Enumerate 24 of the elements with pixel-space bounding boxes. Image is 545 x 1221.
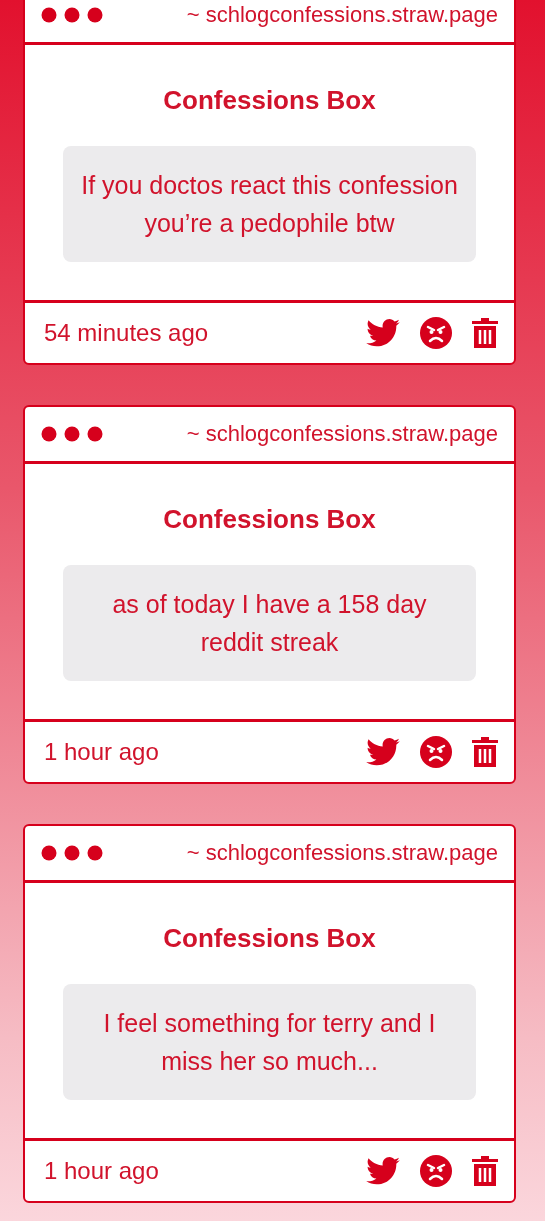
confession-text: as of today I have a 158 day reddit streak bbox=[63, 565, 476, 681]
timestamp: 1 hour ago bbox=[44, 738, 159, 766]
angry-face-icon[interactable] bbox=[420, 1155, 452, 1187]
bird-icon[interactable] bbox=[366, 319, 400, 347]
bird-icon[interactable] bbox=[366, 738, 400, 766]
confession-text: I feel something for terry and I miss her so much... bbox=[63, 984, 476, 1100]
card-title: Confessions Box bbox=[163, 504, 376, 535]
site-url: ~ schlogconfessions.straw.page bbox=[186, 2, 498, 28]
timestamp: 1 hour ago bbox=[44, 1157, 159, 1185]
card-title: Confessions Box bbox=[163, 85, 376, 116]
card-title: Confessions Box bbox=[163, 923, 376, 954]
angry-face-icon[interactable] bbox=[420, 317, 452, 349]
site-url: ~ schlogconfessions.straw.page bbox=[186, 421, 498, 447]
trash-icon[interactable] bbox=[472, 1156, 498, 1186]
window-dots-icon bbox=[41, 7, 103, 23]
trash-icon[interactable] bbox=[472, 737, 498, 767]
window-dots-icon bbox=[41, 426, 103, 442]
site-url: ~ schlogconfessions.straw.page bbox=[186, 840, 498, 866]
timestamp: 54 minutes ago bbox=[44, 319, 209, 347]
bird-icon[interactable] bbox=[366, 1157, 400, 1185]
confession-text: If you doctos react this confession you’re a pedophile btw bbox=[63, 146, 476, 262]
window-dots-icon bbox=[41, 845, 103, 861]
trash-icon[interactable] bbox=[472, 318, 498, 348]
angry-face-icon[interactable] bbox=[420, 736, 452, 768]
